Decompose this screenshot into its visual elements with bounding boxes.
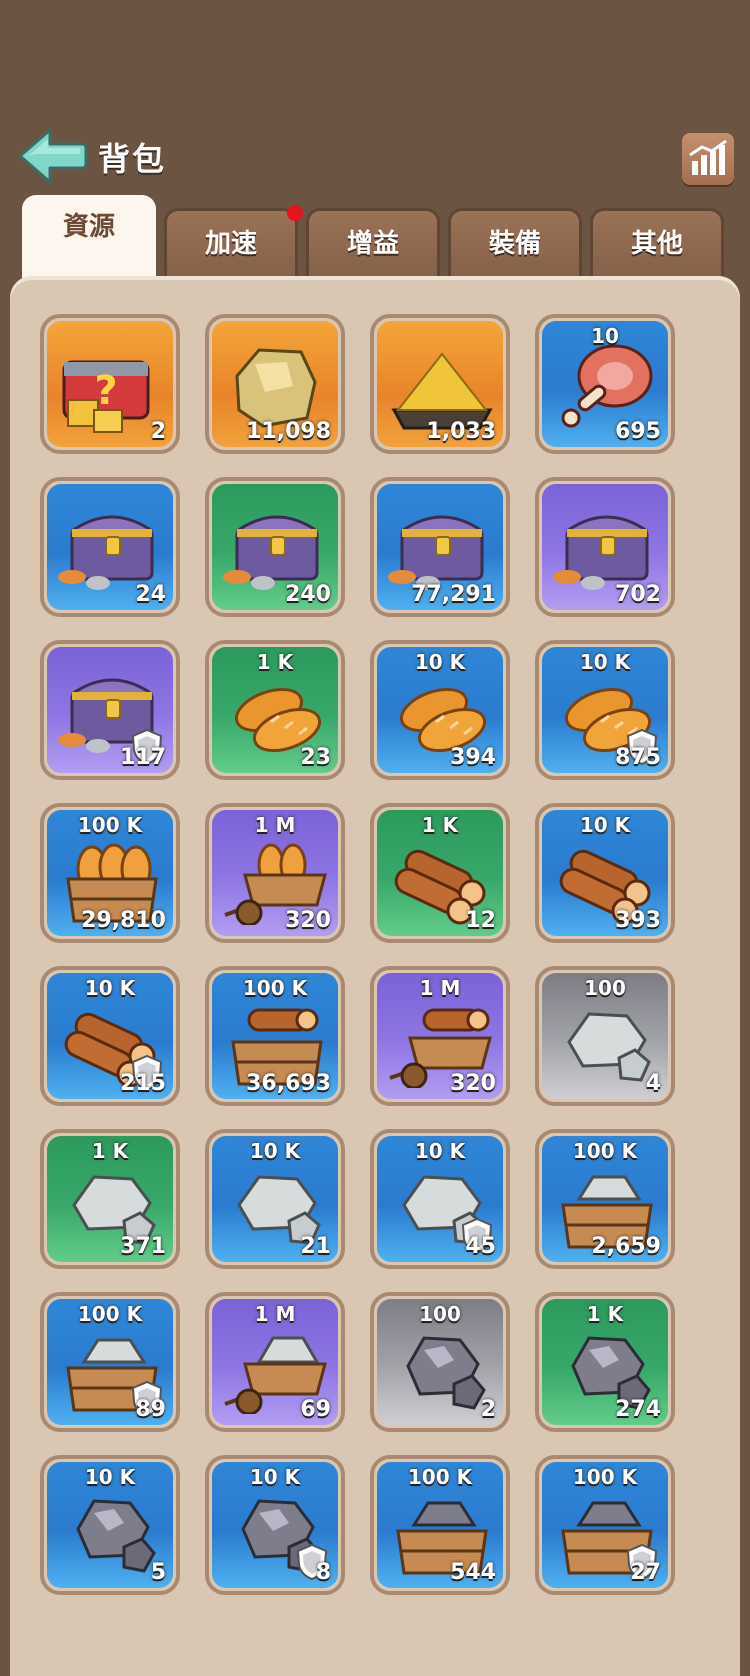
tab-label: 加速 (204, 229, 257, 259)
item-count: 24 (135, 582, 166, 607)
inventory-item[interactable]: 10 695 (535, 314, 675, 454)
item-count: 77,291 (411, 582, 496, 607)
item-count: 544 (450, 1560, 496, 1585)
tab-label: 增益 (346, 229, 399, 259)
inventory-item[interactable]: 100 2 (370, 1292, 510, 1432)
item-tier-label: 100 K (572, 1465, 638, 1489)
item-tier-label: 1 K (421, 813, 459, 837)
item-count: 274 (615, 1397, 661, 1422)
inventory-item[interactable]: 77,291 (370, 477, 510, 617)
header: 背包 (0, 0, 750, 200)
item-count: 21 (300, 1234, 331, 1259)
item-count: 702 (615, 582, 661, 607)
inventory-item[interactable]: 1 M 69 (205, 1292, 345, 1432)
item-tier-label: 1 K (91, 1139, 129, 1163)
inventory-item[interactable]: 10 K 8 (205, 1455, 345, 1595)
inventory-item[interactable]: 1 K 12 (370, 803, 510, 943)
item-count: 27 (630, 1560, 661, 1585)
item-count: 2 (150, 419, 166, 444)
inventory-item[interactable]: 702 (535, 477, 675, 617)
tab-label: 資源 (62, 212, 115, 242)
tab-label: 裝備 (488, 229, 541, 259)
inventory-item[interactable]: 10 K 875 (535, 640, 675, 780)
item-tier-label: 1 M (254, 1302, 296, 1326)
item-count: 2 (480, 1397, 496, 1422)
item-count: 695 (615, 419, 661, 444)
inventory-item[interactable]: 10 K 45 (370, 1129, 510, 1269)
inventory-item[interactable]: 10 K 5 (40, 1455, 180, 1595)
inventory-item[interactable]: 240 (205, 477, 345, 617)
back-arrow-icon[interactable] (16, 126, 88, 186)
item-tier-label: 1 K (586, 1302, 624, 1326)
item-count: 4 (645, 1071, 661, 1096)
item-count: 215 (120, 1071, 166, 1096)
item-count: 320 (450, 1071, 496, 1096)
item-tier-label: 1 M (419, 976, 461, 1000)
item-count: 29,810 (81, 908, 166, 933)
item-count: 69 (300, 1397, 331, 1422)
item-count: 11,098 (246, 419, 331, 444)
inventory-item[interactable]: 100 K 89 (40, 1292, 180, 1432)
item-tier-label: 100 (584, 976, 626, 1000)
item-count: 12 (465, 908, 496, 933)
item-count: 875 (615, 745, 661, 770)
item-tier-label: 100 K (572, 1139, 638, 1163)
inventory-item[interactable]: 117 (40, 640, 180, 780)
item-tier-label: 10 K (414, 650, 466, 674)
item-count: 117 (120, 745, 166, 770)
inventory-item[interactable]: 10 K 393 (535, 803, 675, 943)
item-count: 45 (465, 1234, 496, 1259)
inventory-item[interactable]: 10 K 394 (370, 640, 510, 780)
item-count: 36,693 (246, 1071, 331, 1096)
item-tier-label: 10 K (84, 1465, 136, 1489)
inventory-item[interactable]: 100 K 36,693 (205, 966, 345, 1106)
inventory-item[interactable]: 10 K 21 (205, 1129, 345, 1269)
inventory-item[interactable]: 1 K 23 (205, 640, 345, 780)
tab-bar: 資源 加速 增益 裝備 其他 (22, 195, 732, 291)
item-count: 320 (285, 908, 331, 933)
inventory-item[interactable]: 24 (40, 477, 180, 617)
stats-chart-icon[interactable] (682, 133, 734, 185)
item-tier-label: 100 K (242, 976, 308, 1000)
item-tier-label: 100 K (77, 813, 143, 837)
item-count: 240 (285, 582, 331, 607)
item-count: 2,659 (591, 1234, 661, 1259)
inventory-item[interactable]: 1 M 320 (370, 966, 510, 1106)
tab-label: 其他 (630, 229, 683, 259)
item-count: 1,033 (426, 419, 496, 444)
item-tier-label: 10 K (84, 976, 136, 1000)
item-count: 371 (120, 1234, 166, 1259)
inventory-item[interactable]: 11,098 (205, 314, 345, 454)
item-tier-label: 10 K (579, 813, 631, 837)
item-count: 5 (150, 1560, 166, 1585)
inventory-item[interactable]: ? 2 (40, 314, 180, 454)
item-count: 394 (450, 745, 496, 770)
inventory-item[interactable]: 1 M 320 (205, 803, 345, 943)
item-tier-label: 10 K (249, 1465, 301, 1489)
inventory-item[interactable]: 100 K 544 (370, 1455, 510, 1595)
item-tier-label: 10 K (249, 1139, 301, 1163)
inventory-item[interactable]: 100 K 29,810 (40, 803, 180, 943)
item-count: 393 (615, 908, 661, 933)
inventory-item[interactable]: 100 K 2,659 (535, 1129, 675, 1269)
item-tier-label: 100 K (77, 1302, 143, 1326)
inventory-item[interactable]: 1,033 (370, 314, 510, 454)
notification-dot (287, 205, 303, 221)
item-count: 23 (300, 745, 331, 770)
item-count: 89 (135, 1397, 166, 1422)
inventory-item[interactable]: 100 4 (535, 966, 675, 1106)
item-tier-label: 10 (591, 324, 619, 348)
item-tier-label: 100 K (407, 1465, 473, 1489)
inventory-item[interactable]: 100 K 27 (535, 1455, 675, 1595)
item-tier-label: 1 M (254, 813, 296, 837)
page-title: 背包 (98, 140, 167, 178)
item-tier-label: 10 K (579, 650, 631, 674)
item-count: 8 (315, 1560, 331, 1585)
inventory-item[interactable]: 1 K 371 (40, 1129, 180, 1269)
item-tier-label: 100 (419, 1302, 461, 1326)
inventory-item[interactable]: 1 K 274 (535, 1292, 675, 1432)
item-tier-label: 1 K (256, 650, 294, 674)
item-tier-label: 10 K (414, 1139, 466, 1163)
inventory-item[interactable]: 10 K 215 (40, 966, 180, 1106)
